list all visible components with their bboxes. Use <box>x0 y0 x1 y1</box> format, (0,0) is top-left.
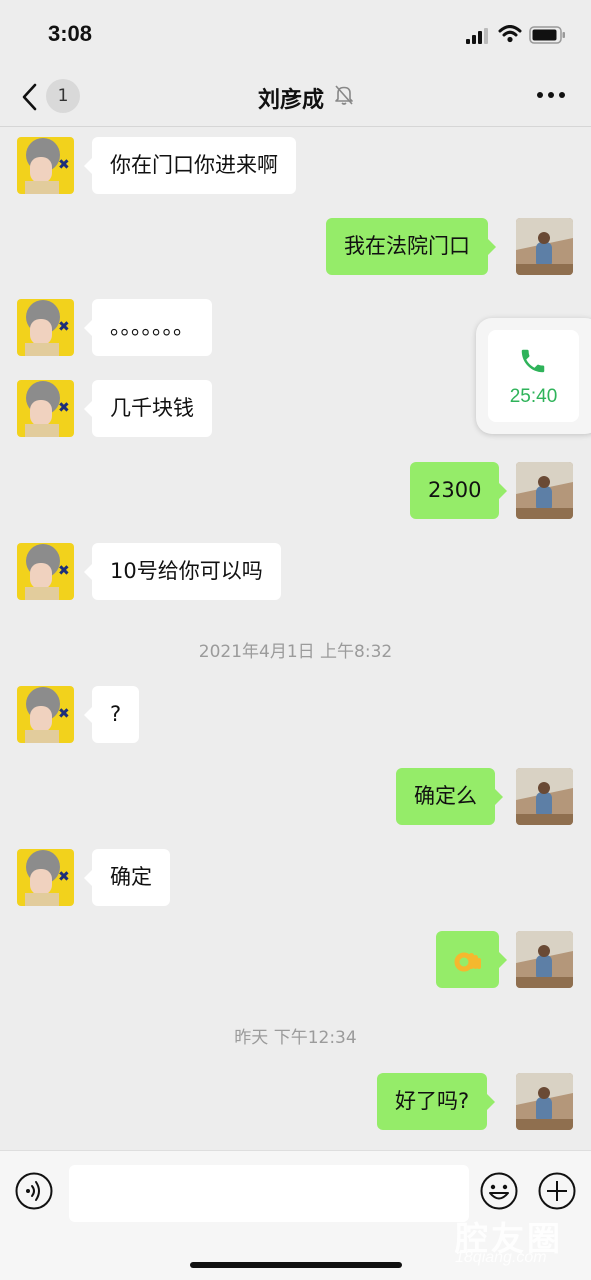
my-avatar[interactable] <box>516 1073 573 1130</box>
call-duration: 25:40 <box>509 386 558 407</box>
svg-text:✖: ✖ <box>58 400 70 416</box>
watermark-url: 18qiang.com <box>455 1249 547 1266</box>
back-chevron-icon[interactable] <box>18 82 42 112</box>
cellular-signal-icon <box>466 28 488 44</box>
chat-title: 刘彦成 <box>258 88 325 113</box>
emoji-icon[interactable] <box>479 1171 519 1211</box>
outgoing-message-bubble[interactable]: 我在法院门口 <box>326 218 496 275</box>
timestamp: 2021年4月1日 上午8:32 <box>198 642 393 662</box>
incoming-message-bubble[interactable]: 几千块钱 <box>84 380 212 437</box>
more-options-icon[interactable] <box>536 90 566 100</box>
voice-input-icon[interactable] <box>14 1171 54 1211</box>
contact-avatar-image: ✖ <box>17 380 74 437</box>
phone-icon <box>521 349 545 373</box>
contact-avatar-image: ✖ <box>17 137 74 194</box>
svg-text:✖: ✖ <box>58 319 70 335</box>
unread-count-badge[interactable]: 1 <box>46 79 80 113</box>
incoming-message-bubble[interactable]: 你在门口你进来啊 <box>84 137 296 194</box>
my-avatar-image <box>516 1073 573 1130</box>
svg-text:✖: ✖ <box>58 563 70 579</box>
status-time: 3:08 <box>48 21 93 46</box>
incoming-message-bubble[interactable]: 10号给你可以吗 <box>84 543 281 600</box>
svg-text:✖: ✖ <box>58 869 70 885</box>
contact-avatar[interactable]: ✖ <box>17 137 74 194</box>
add-plus-icon[interactable] <box>537 1171 577 1211</box>
my-avatar[interactable] <box>516 218 573 275</box>
outgoing-message-bubble[interactable]: 好了吗? <box>377 1073 496 1130</box>
call-widget-card: 25:40 <box>488 330 579 422</box>
my-avatar[interactable] <box>516 931 573 988</box>
outgoing-emoji-bubble[interactable] <box>436 931 507 988</box>
my-avatar-image <box>516 931 573 988</box>
svg-text:✖: ✖ <box>58 157 70 173</box>
incoming-message-bubble[interactable]: ? <box>83 686 140 743</box>
my-avatar-image <box>516 768 573 825</box>
incoming-message-bubble[interactable]: 确定 <box>84 849 170 906</box>
message-input[interactable] <box>69 1165 469 1222</box>
contact-avatar[interactable]: ✖ <box>17 299 74 356</box>
contact-avatar-image: ✖ <box>17 849 74 906</box>
contact-avatar-image: ✖ <box>17 543 74 600</box>
my-avatar[interactable] <box>516 462 573 519</box>
ok-hand-emoji-icon <box>454 952 481 972</box>
battery-icon <box>529 26 565 44</box>
my-avatar-image <box>516 218 573 275</box>
outgoing-message-bubble[interactable]: 2300 <box>410 462 508 519</box>
my-avatar[interactable] <box>516 768 573 825</box>
contact-avatar[interactable]: ✖ <box>17 686 74 743</box>
floating-call-widget[interactable]: 25:40 <box>476 318 591 434</box>
outgoing-message-bubble[interactable]: 确定么 <box>396 768 503 825</box>
timestamp: 昨天 下午12:34 <box>234 1028 357 1048</box>
incoming-message-bubble[interactable]: 。。。。。。。 <box>84 299 212 356</box>
contact-avatar[interactable]: ✖ <box>17 543 74 600</box>
contact-avatar[interactable]: ✖ <box>17 380 74 437</box>
chat-header: 1 刘彦成 <box>0 70 591 127</box>
contact-avatar-image: ✖ <box>17 299 74 356</box>
contact-avatar[interactable]: ✖ <box>17 849 74 906</box>
contact-avatar-image: ✖ <box>17 686 74 743</box>
svg-text:✖: ✖ <box>58 706 70 722</box>
home-indicator[interactable] <box>190 1262 402 1268</box>
my-avatar-image <box>516 462 573 519</box>
mute-bell-icon <box>335 85 353 105</box>
wifi-icon <box>498 25 522 43</box>
status-bar: 3:08 <box>0 0 591 70</box>
